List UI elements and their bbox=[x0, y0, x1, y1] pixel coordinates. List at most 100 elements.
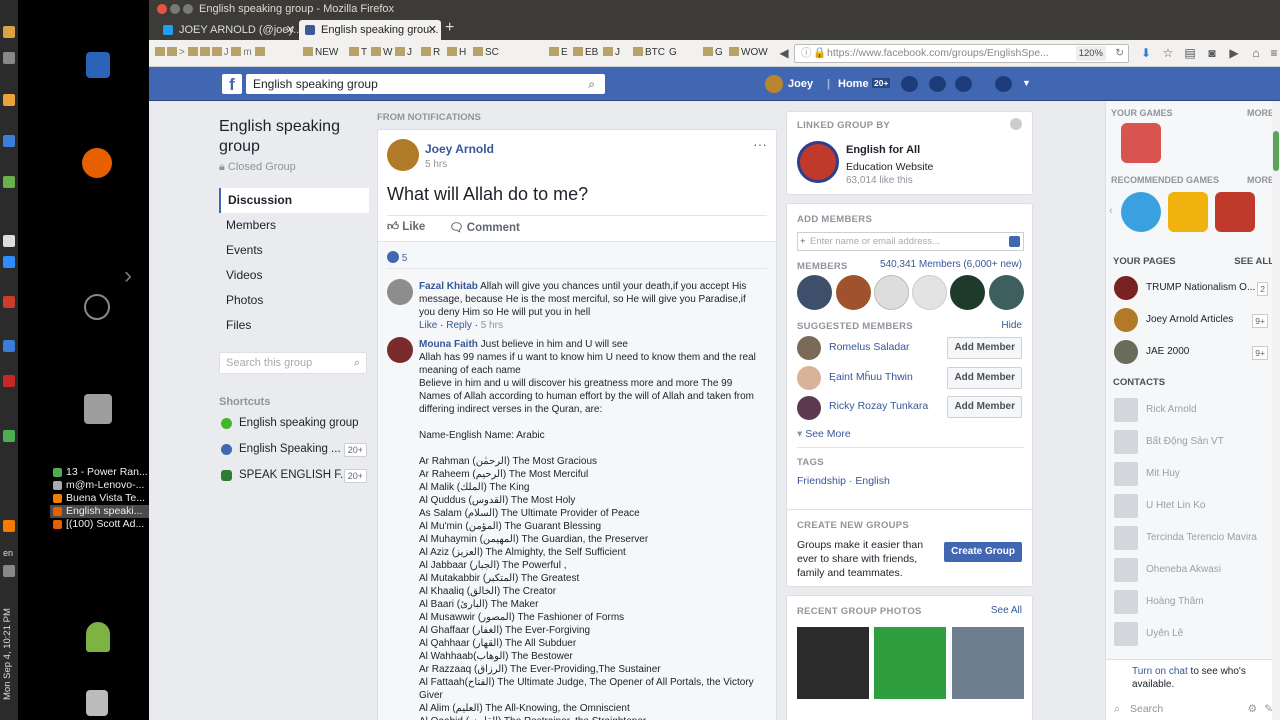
turn-on-chat-link[interactable]: Turn on chat bbox=[1132, 666, 1188, 677]
maximize-window-button[interactable] bbox=[183, 4, 193, 14]
suggested-member-name[interactable]: Ęaint Mĥuu Thwin bbox=[829, 371, 913, 383]
bookmark[interactable]: E bbox=[549, 47, 568, 58]
add-member-button[interactable]: Add Member bbox=[947, 337, 1022, 359]
app-icon[interactable] bbox=[3, 256, 15, 268]
document-icon[interactable] bbox=[86, 52, 110, 78]
bookmark[interactable]: H bbox=[447, 47, 466, 58]
account-menu-icon[interactable]: ▼ bbox=[1022, 78, 1031, 88]
member-avatar[interactable] bbox=[836, 275, 871, 310]
contact-item[interactable]: Bất Động Sản VT bbox=[1114, 429, 1274, 455]
vlc-icon[interactable] bbox=[3, 520, 15, 532]
member-avatar[interactable] bbox=[912, 275, 947, 310]
comment-like-link[interactable]: Like bbox=[419, 320, 437, 331]
settings-icon[interactable]: ⚙ bbox=[1248, 700, 1257, 718]
suggested-avatar[interactable] bbox=[797, 396, 821, 420]
browser-tab-active[interactable]: English speaking grou... ✕ bbox=[299, 20, 441, 40]
bookmark[interactable]: R bbox=[421, 47, 440, 58]
bookmark[interactable]: G bbox=[669, 47, 677, 58]
comment-button[interactable]: 🗨︎ Comment bbox=[449, 220, 520, 234]
contact-item[interactable]: Oheneba Akwasi bbox=[1114, 557, 1274, 583]
nav-files[interactable]: Files bbox=[219, 313, 369, 338]
app-icon[interactable] bbox=[3, 235, 15, 247]
app-icon[interactable] bbox=[3, 176, 15, 188]
window-item[interactable]: [(100) Scott Ad... bbox=[50, 518, 149, 531]
contact-item[interactable]: Rick Arnold bbox=[1114, 397, 1274, 423]
profile-link[interactable]: Joey bbox=[788, 78, 813, 90]
bookmark[interactable]: G bbox=[703, 47, 723, 58]
tags-links[interactable]: Friendship · English bbox=[797, 475, 890, 487]
language-indicator[interactable]: en bbox=[3, 548, 13, 558]
contact-item[interactable]: Uyên Lê bbox=[1114, 621, 1274, 647]
commenter-name[interactable]: Fazal Khitab bbox=[419, 281, 478, 292]
facebook-logo-icon[interactable]: f bbox=[222, 74, 242, 94]
group-name[interactable]: English speaking group bbox=[219, 117, 369, 157]
contacts-icon[interactable] bbox=[1009, 236, 1020, 247]
bookmark[interactable]: BTC bbox=[633, 47, 665, 58]
member-avatar[interactable] bbox=[989, 275, 1024, 310]
window-item[interactable]: m@m-Lenovo-... bbox=[50, 479, 149, 492]
see-all-pages-link[interactable]: SEE ALL bbox=[1234, 256, 1274, 267]
bookmark[interactable]: T bbox=[349, 47, 367, 58]
member-avatar[interactable] bbox=[874, 275, 909, 310]
nav-videos[interactable]: Videos bbox=[219, 263, 369, 288]
members-count-link[interactable]: 540,341 Members (6,000+ new) bbox=[880, 259, 1022, 270]
chat-search-input[interactable]: ⌕ Search ⚙ ✎ bbox=[1112, 700, 1277, 718]
group-search-input[interactable]: Search this group ⌕ bbox=[219, 352, 367, 374]
close-tab-icon[interactable]: ✕ bbox=[286, 20, 295, 40]
avatar[interactable] bbox=[765, 75, 783, 93]
notifications-icon[interactable] bbox=[955, 76, 972, 92]
bookmark-star-icon[interactable]: ☆ bbox=[1161, 46, 1175, 60]
suggested-avatar[interactable] bbox=[797, 366, 821, 390]
window-item[interactable]: English speaki... bbox=[50, 505, 149, 518]
linked-page-name[interactable]: English for All bbox=[846, 144, 920, 156]
member-avatar[interactable] bbox=[797, 275, 832, 310]
back-icon[interactable]: ◀ bbox=[777, 46, 791, 60]
game-icon[interactable] bbox=[1121, 192, 1161, 232]
bookmark[interactable]: W bbox=[371, 47, 392, 58]
shortcut-item[interactable]: English Speaking ... 20+ bbox=[219, 436, 369, 462]
nav-members[interactable]: Members bbox=[219, 213, 369, 238]
chevron-left-icon[interactable]: ‹ bbox=[1109, 205, 1113, 217]
bookmark[interactable]: J bbox=[395, 47, 412, 58]
linked-page-avatar[interactable] bbox=[797, 141, 839, 183]
messenger-icon[interactable] bbox=[929, 76, 946, 92]
more-options-icon[interactable]: ··· bbox=[753, 136, 767, 152]
nav-photos[interactable]: Photos bbox=[219, 288, 369, 313]
shortcut-item[interactable]: SPEAK ENGLISH F... 20+ bbox=[219, 462, 369, 488]
more-games-link[interactable]: MORE bbox=[1247, 175, 1274, 185]
group-photo[interactable] bbox=[797, 627, 869, 699]
commenter-avatar[interactable] bbox=[387, 279, 413, 305]
archive-icon[interactable] bbox=[84, 394, 112, 424]
bitcoin-icon[interactable] bbox=[3, 94, 15, 106]
home-icon[interactable]: ⌂ bbox=[1249, 46, 1263, 60]
volume-icon[interactable] bbox=[3, 565, 15, 577]
bookmark[interactable]: NEW bbox=[303, 47, 338, 58]
app-icon[interactable] bbox=[3, 430, 15, 442]
friend-requests-icon[interactable] bbox=[901, 76, 918, 92]
zoom-level[interactable]: 120% bbox=[1075, 46, 1106, 61]
search-icon[interactable]: ⌕ bbox=[588, 74, 595, 94]
bookmark[interactable]: J bbox=[603, 47, 620, 58]
game-icon[interactable] bbox=[1215, 192, 1255, 232]
contact-item[interactable]: U Htet Lin Ko bbox=[1114, 493, 1274, 519]
group-photo[interactable] bbox=[874, 627, 946, 699]
member-avatar[interactable] bbox=[950, 275, 985, 310]
reload-icon[interactable]: ↻ bbox=[1115, 45, 1124, 62]
close-tab-icon[interactable]: ✕ bbox=[428, 20, 437, 40]
bookmark-icons[interactable]: > J m bbox=[155, 47, 267, 58]
facebook-search-input[interactable]: English speaking group ⌕ bbox=[246, 74, 605, 94]
add-member-button[interactable]: Add Member bbox=[947, 396, 1022, 418]
game-icon[interactable] bbox=[1168, 192, 1208, 232]
trash-icon[interactable] bbox=[86, 690, 108, 716]
window-item[interactable]: 13 - Power Ran... bbox=[50, 466, 149, 479]
nav-events[interactable]: Events bbox=[219, 238, 369, 263]
help-icon[interactable] bbox=[1010, 118, 1022, 130]
url-bar[interactable]: ⓘ 🔒 https://www.facebook.com/groups/Engl… bbox=[794, 44, 1129, 63]
close-window-button[interactable] bbox=[157, 4, 167, 14]
bookmark[interactable]: EB bbox=[573, 47, 598, 58]
camera-icon[interactable]: ◙ bbox=[1205, 46, 1219, 60]
bookmark[interactable]: SC bbox=[473, 47, 499, 58]
shortcut-item[interactable]: English speaking group bbox=[219, 410, 369, 436]
download-icon[interactable]: ⬇ bbox=[1139, 46, 1153, 60]
calendar-icon[interactable] bbox=[3, 135, 15, 147]
